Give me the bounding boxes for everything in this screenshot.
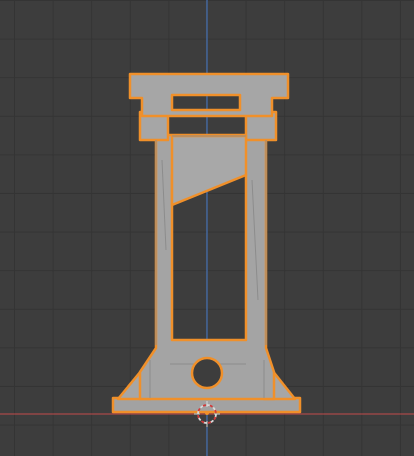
blade — [170, 134, 248, 207]
3d-viewport[interactable] — [0, 0, 414, 456]
top-beam — [128, 72, 290, 118]
viewport-canvas[interactable] — [0, 0, 414, 456]
object-origin-icon — [205, 411, 209, 415]
lunette-hole — [190, 356, 224, 390]
